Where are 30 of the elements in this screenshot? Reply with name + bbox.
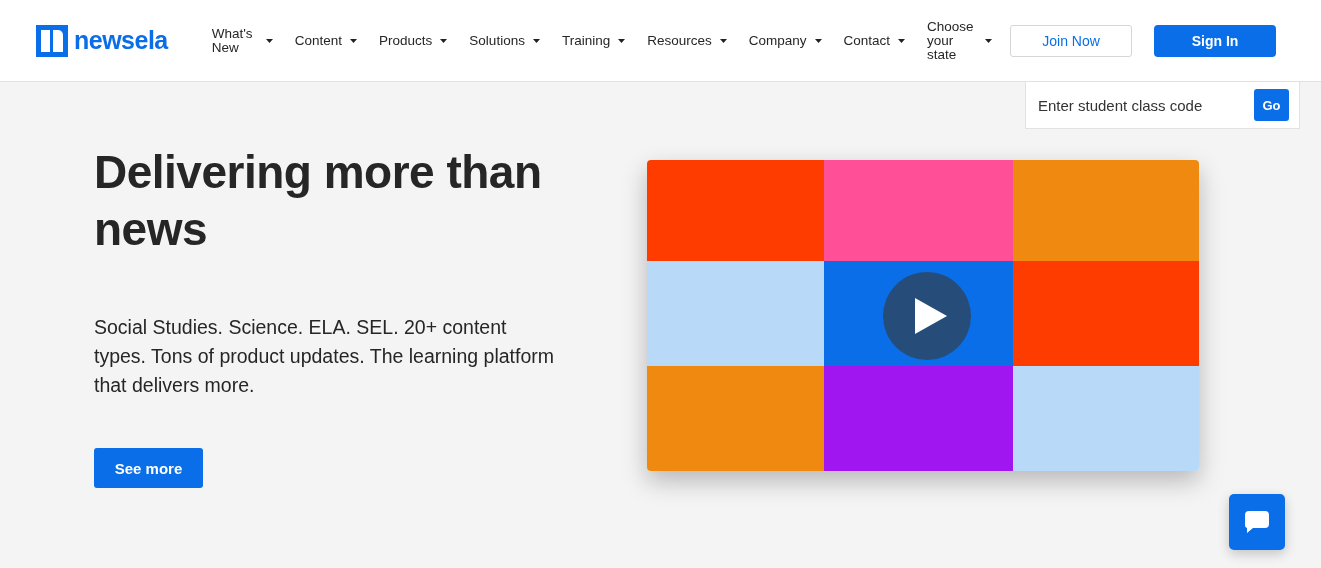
hero-text: Social Studies. Science. ELA. SEL. 20+ content types. Tons of product updates. The learning platform that delivers more. [94,315,554,398]
nav-menu-item[interactable]: Training [561,33,626,48]
go-button[interactable]: Go [1254,89,1289,121]
nav-menu-item[interactable]: What's New [211,26,273,55]
nav-menu-item[interactable]: Company [748,33,822,48]
caret-icon [719,38,727,43]
play-icon [913,298,947,334]
hero-heading: Delivering more than news [94,145,543,257]
nav-menu-item[interactable]: Choose your state [927,19,993,62]
caret-icon [350,38,358,43]
caret-icon [618,38,626,43]
nav-menu-item[interactable]: Content [294,33,358,48]
nav-menu-item[interactable]: Resources [647,33,727,48]
caret-icon [265,38,273,43]
caret-icon [814,38,822,43]
nav-menu-item[interactable]: Products [379,33,448,48]
logo-text[interactable]: newsela [74,26,168,55]
caret-icon [532,38,540,43]
logo-icon [36,24,68,57]
caret-icon [440,38,448,43]
join-now-button[interactable]: Join Now [1010,24,1133,57]
class-code-field[interactable]: Enter student class code Go [1025,82,1300,129]
caret-icon [985,38,993,43]
nav-menu-item[interactable]: Solutions [469,33,540,48]
caret-icon [898,38,906,43]
nav-menu-item[interactable]: Contact [843,33,906,48]
sign-in-button[interactable]: Sign In [1154,24,1277,57]
speech-bubble-icon [1244,510,1270,534]
see-more-button[interactable]: See more [94,448,203,488]
chat-button[interactable] [1229,494,1285,550]
